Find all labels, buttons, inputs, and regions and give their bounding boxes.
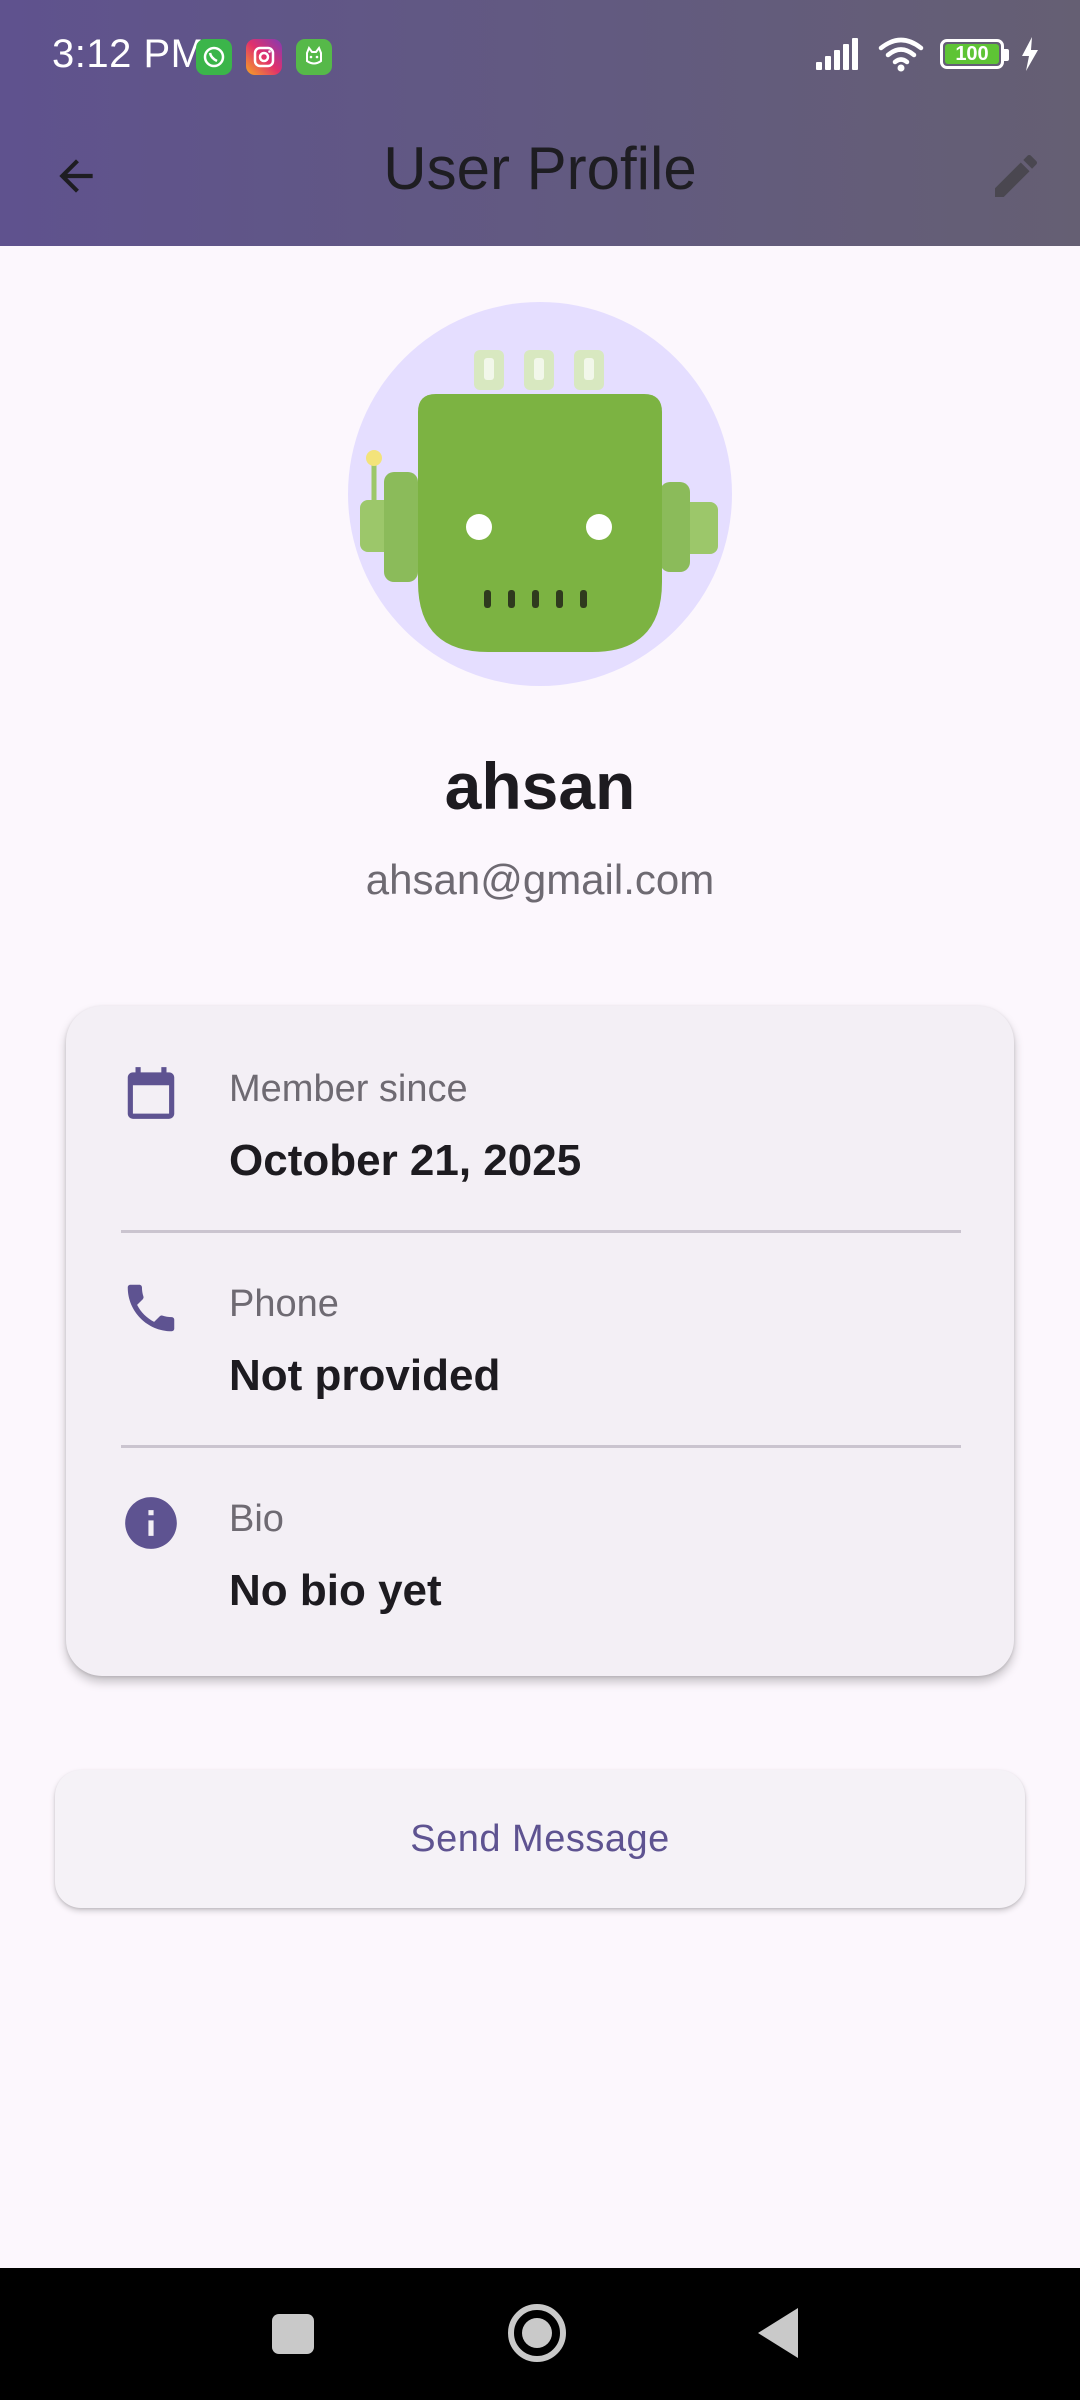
- bio-row: Bio No bio yet: [66, 1436, 1014, 1636]
- cat-app-icon: [296, 39, 332, 75]
- whatsapp-icon: [196, 39, 232, 75]
- back-triangle-icon[interactable]: [758, 2308, 798, 2358]
- member-since-value: October 21, 2025: [229, 1136, 582, 1185]
- member-since-label: Member since: [229, 1068, 468, 1110]
- lightning-icon: [1022, 37, 1038, 71]
- status-time: 3:12 PM: [52, 32, 205, 76]
- send-message-button[interactable]: Send Message: [55, 1770, 1025, 1908]
- info-card: Member since October 21, 2025 Phone Not …: [66, 1006, 1014, 1676]
- home-icon[interactable]: [508, 2304, 566, 2362]
- battery-level: 100: [955, 42, 989, 65]
- app-bar: 3:12 PM 100 User Profile: [0, 0, 1080, 246]
- toolbar: User Profile: [0, 116, 1080, 246]
- status-right-icons: 100: [814, 36, 1040, 72]
- bio-value: No bio yet: [229, 1566, 442, 1615]
- wifi-icon: [878, 37, 924, 72]
- avatar: [348, 302, 732, 686]
- calendar-icon: [120, 1062, 182, 1124]
- member-since-row: Member since October 21, 2025: [66, 1006, 1014, 1206]
- signal-bars-icon: [816, 38, 858, 70]
- status-bar: 3:12 PM 100: [0, 0, 1080, 116]
- edit-button[interactable]: [980, 140, 1052, 212]
- phone-row: Phone Not provided: [66, 1221, 1014, 1421]
- instagram-icon: [246, 39, 282, 75]
- notification-icons: [196, 39, 332, 75]
- bio-label: Bio: [229, 1498, 284, 1540]
- phone-icon: [120, 1277, 182, 1339]
- recent-apps-icon[interactable]: [272, 2314, 314, 2354]
- pencil-icon: [995, 154, 1038, 197]
- phone-value: Not provided: [229, 1351, 501, 1400]
- page-title: User Profile: [383, 135, 697, 202]
- system-nav-bar: [0, 2268, 1080, 2400]
- info-icon: [120, 1492, 182, 1554]
- battery-indicator: 100: [940, 39, 1009, 69]
- user-email: ahsan@gmail.com: [365, 856, 715, 903]
- phone-label: Phone: [229, 1283, 339, 1325]
- user-name: ahsan: [444, 749, 636, 823]
- robot-avatar-icon: [360, 350, 718, 652]
